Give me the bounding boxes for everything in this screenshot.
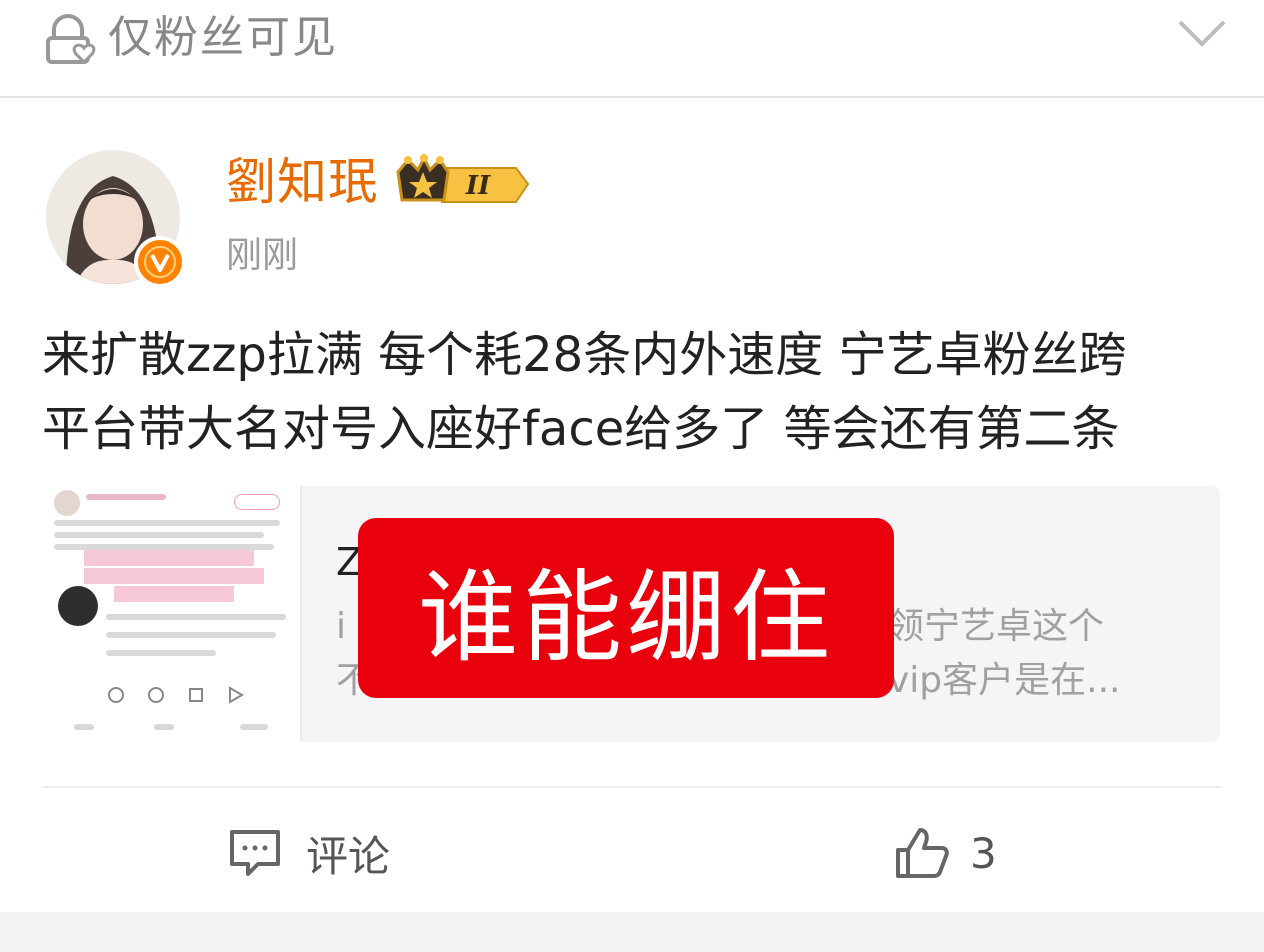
lock-heart-icon	[46, 14, 96, 64]
card-desc-line: 领宁艺卓这个	[888, 606, 1105, 647]
card-desc-line: vip客户是在...	[888, 660, 1121, 701]
crown-rank-text: II	[465, 171, 491, 201]
comment-icon	[230, 830, 280, 876]
like-button[interactable]: 3	[894, 818, 997, 888]
verified-v-icon	[144, 246, 176, 278]
chevron-down-icon[interactable]	[1176, 16, 1228, 50]
like-count: 3	[970, 828, 997, 878]
post-line: 平台带大名对号入座好face给多了 等会还有第二条	[42, 401, 1120, 457]
card-description-right: 领宁艺卓这个 vip客户是在...	[888, 600, 1121, 708]
crown-rank-badge-icon[interactable]: II	[394, 154, 530, 208]
visibility-bar[interactable]: 仅粉丝可见	[0, 0, 1264, 98]
thumbs-up-icon	[896, 828, 949, 878]
divider	[42, 786, 1222, 788]
comment-button[interactable]: 评论	[228, 818, 390, 888]
post-line: 来扩散zzp拉满 每个耗28条内外速度 宁艺卓粉丝跨	[42, 327, 1127, 383]
verified-badge	[134, 236, 186, 288]
post-body: 来扩散zzp拉满 每个耗28条内外速度 宁艺卓粉丝跨 平台带大名对号入座好fac…	[42, 318, 1232, 466]
red-sticker-overlay: 谁能绷住	[358, 518, 894, 698]
author-name[interactable]: 劉知珉	[226, 152, 379, 212]
post-time: 刚刚	[226, 235, 299, 276]
card-thumbnail	[44, 486, 302, 742]
visibility-label: 仅粉丝可见	[108, 12, 338, 63]
bottom-separator	[0, 912, 1264, 952]
comment-label: 评论	[306, 831, 391, 881]
thumbnail-action-icons	[108, 686, 244, 704]
